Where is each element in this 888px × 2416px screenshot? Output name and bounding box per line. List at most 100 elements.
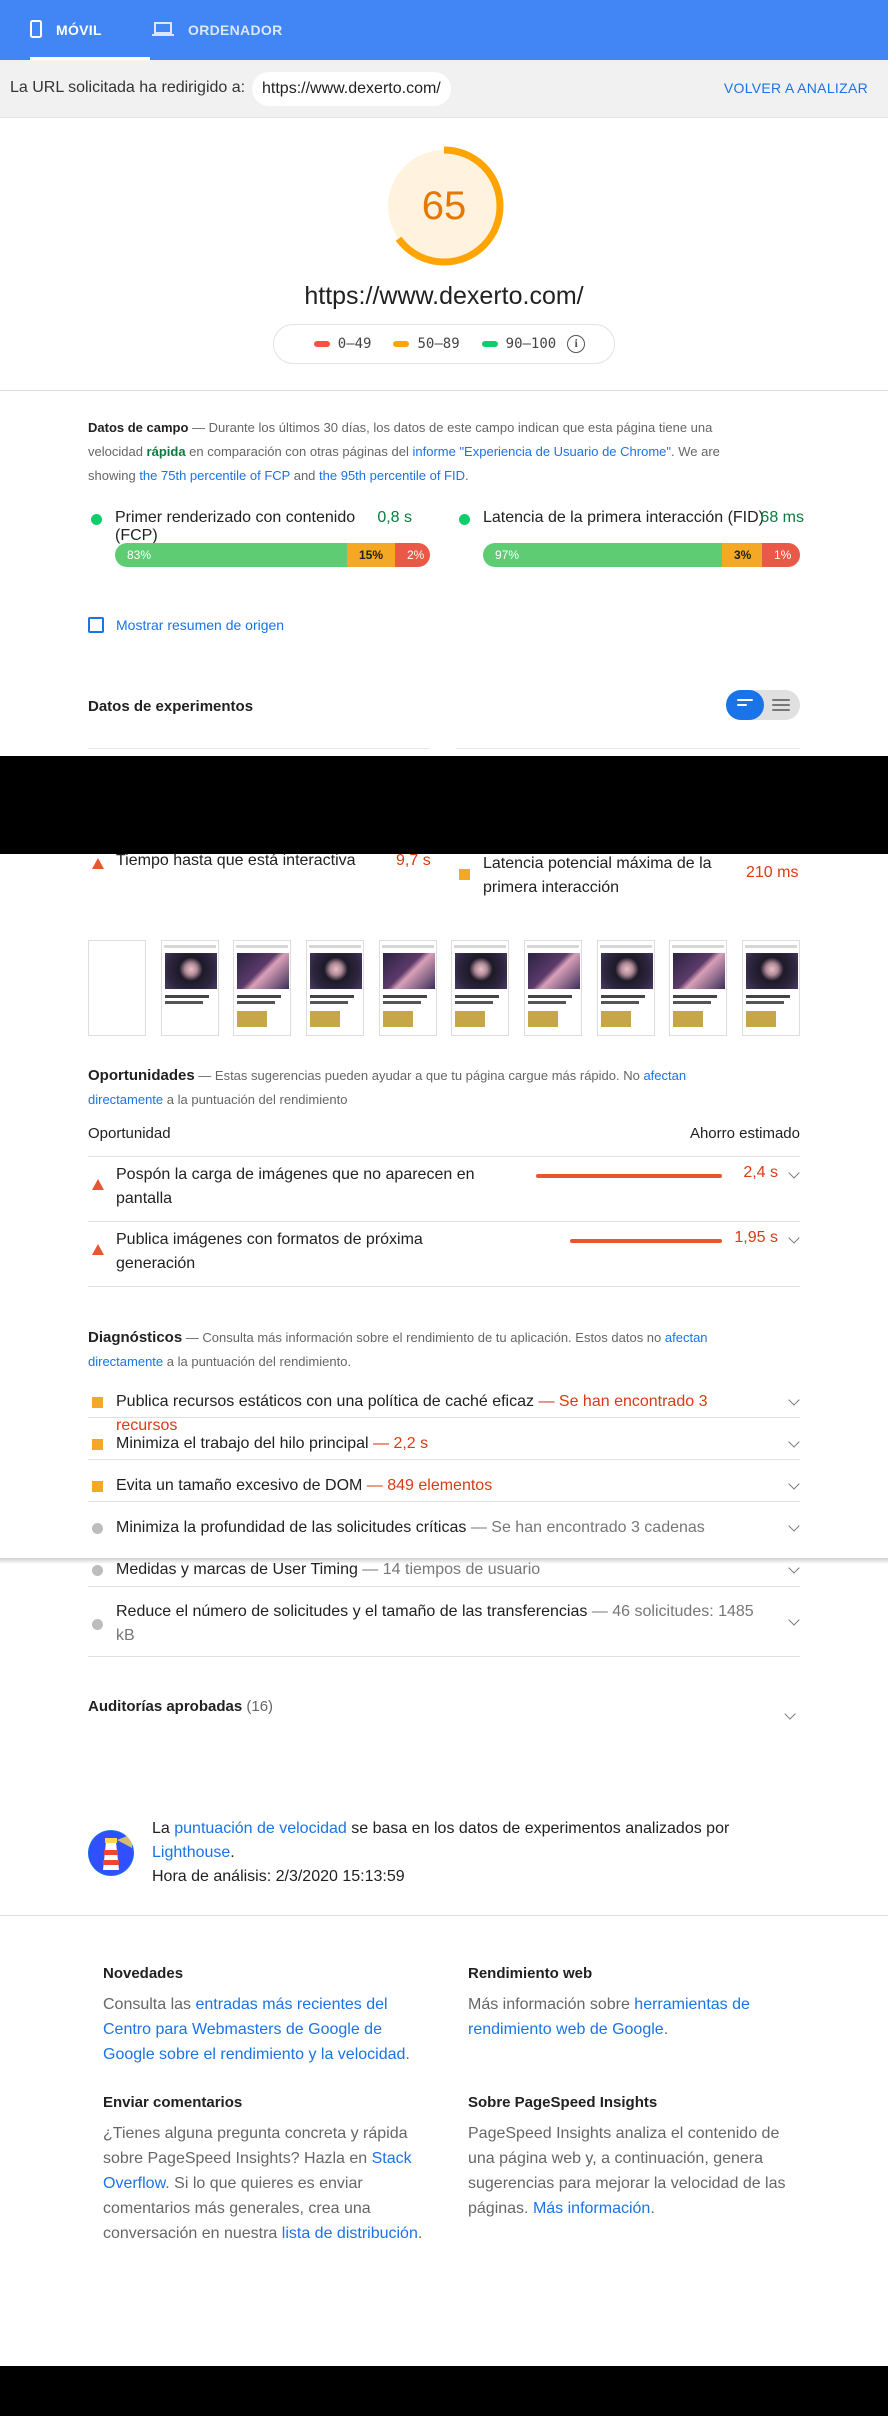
pass-dot-icon <box>459 514 470 525</box>
learn-more-link[interactable]: Más información <box>533 2200 650 2217</box>
redirect-label: La URL solicitada ha redirigido a: <box>10 79 246 96</box>
savings-value: 1,95 s <box>734 1229 778 1246</box>
footer-news-title: Novedades <box>103 1965 184 1982</box>
metric-fcp-value: 0,8 s <box>377 509 412 526</box>
redacted-band <box>0 2366 888 2416</box>
info-dot-icon <box>92 1523 103 1534</box>
short-lines-icon <box>737 699 753 709</box>
divider <box>0 1915 888 1916</box>
diagnostic-dom-size[interactable]: Evita un tamaño excesivo de DOM — 849 el… <box>88 1474 800 1516</box>
chevron-down-icon[interactable] <box>788 1167 800 1179</box>
footer-about-title: Sobre PageSpeed Insights <box>468 2094 658 2111</box>
chevron-down-icon[interactable] <box>788 1232 800 1244</box>
average-square-icon <box>92 1397 103 1408</box>
info-dot-icon <box>92 1565 103 1576</box>
opportunity-column-header: Oportunidad <box>88 1125 171 1142</box>
passed-audits[interactable]: Auditorías aprobadas (16) <box>88 1698 273 1715</box>
legend-average: 50–89 <box>393 336 460 352</box>
chevron-down-icon[interactable] <box>788 1394 800 1406</box>
filmstrip-frame <box>451 940 509 1036</box>
opportunity-label: Pospón la carga de imágenes que no apare… <box>116 1166 475 1207</box>
opportunity-next-gen-images[interactable]: Publica imágenes con formatos de próxima… <box>88 1222 800 1285</box>
footer-web-performance: Rendimiento web Más información sobre he… <box>468 1965 798 2042</box>
filmstrip-frame <box>379 940 437 1036</box>
field-data-description: Datos de campo — Durante los últimos 30 … <box>88 420 720 483</box>
metric-fid-label: Latencia de la primera interacción (FID) <box>483 509 765 526</box>
chevron-down-icon[interactable] <box>788 1478 800 1490</box>
savings-bar <box>570 1239 722 1243</box>
view-toggle[interactable] <box>726 690 800 720</box>
legend-pass: 90–100 <box>481 336 556 352</box>
opportunities-description: Oportunidades — Estas sugerencias pueden… <box>88 1067 687 1107</box>
chevron-down-icon[interactable] <box>788 1436 800 1448</box>
average-square-icon <box>92 1439 103 1450</box>
savings-value: 2,4 s <box>743 1164 778 1181</box>
filmstrip-frame <box>669 940 727 1036</box>
mailing-list-link[interactable]: lista de distribución <box>282 2225 418 2242</box>
average-square-icon <box>92 1481 103 1492</box>
divider <box>88 1586 800 1587</box>
info-icon[interactable]: i <box>567 335 586 353</box>
crux-report-link[interactable]: informe "Experiencia de Usuario de Chrom… <box>412 444 671 459</box>
footer-feedback: Enviar comentarios ¿Tienes alguna pregun… <box>103 2094 433 2246</box>
smartphone-icon <box>30 19 42 41</box>
redirect-url: https://www.dexerto.com/ <box>252 72 451 106</box>
redirect-bar: La URL solicitada ha redirigido a: https… <box>0 60 888 118</box>
divider <box>88 1656 800 1657</box>
top-nav: MÓVIL ORDENADOR <box>0 0 888 60</box>
filmstrip-frame <box>306 940 364 1036</box>
savings-bar <box>536 1174 722 1178</box>
diagnostics-title: Diagnósticos <box>88 1329 183 1346</box>
field-data-title: Datos de campo <box>88 420 189 435</box>
opportunity-offscreen-images[interactable]: Pospón la carga de imágenes que no apare… <box>88 1157 800 1220</box>
filmstrip-frame <box>161 940 219 1036</box>
diagnostic-user-timing[interactable]: Medidas y marcas de User Timing — 14 tie… <box>88 1558 800 1600</box>
diagnostic-cache-policy[interactable]: Publica recursos estáticos con una polít… <box>88 1390 800 1434</box>
diagnostic-main-thread[interactable]: Minimiza el trabajo del hilo principal —… <box>88 1432 800 1474</box>
fid-percentile-link[interactable]: the 95th percentile of FID <box>319 468 465 483</box>
fcp-slow-segment: 2% <box>395 543 430 567</box>
speed-score-link[interactable]: puntuación de velocidad <box>174 1820 347 1837</box>
origin-summary-label: Mostrar resumen de origen <box>116 617 285 633</box>
tab-desktop[interactable]: ORDENADOR <box>152 0 282 60</box>
opportunities-title: Oportunidades <box>88 1067 195 1084</box>
chevron-down-icon[interactable] <box>788 1562 800 1574</box>
tti-label: Tiempo hasta que está interactiva <box>116 852 356 869</box>
origin-summary-toggle[interactable]: Mostrar resumen de origen <box>88 617 284 633</box>
diagnostic-resource-summary[interactable]: Reduce el número de solicitudes y el tam… <box>88 1600 800 1656</box>
checkbox-icon[interactable] <box>88 617 104 633</box>
laptop-icon <box>152 21 174 40</box>
fid-fast-segment: 97% <box>483 543 722 567</box>
divider <box>456 748 800 749</box>
fcp-percentile-link[interactable]: the 75th percentile of FCP <box>139 468 290 483</box>
savings-column-header: Ahorro estimado <box>689 1125 800 1142</box>
footer-web-title: Rendimiento web <box>468 1965 593 1982</box>
reanalyze-button[interactable]: VOLVER A ANALIZAR <box>724 80 868 96</box>
tab-desktop-label: ORDENADOR <box>188 22 283 38</box>
chevron-down-icon[interactable] <box>784 1708 796 1720</box>
fail-triangle-icon <box>92 858 104 869</box>
metric-fcp-label: Primer renderizado con contenido (FCP) <box>115 509 356 544</box>
fid-distribution-bar: 97% 3% 1% <box>483 543 800 567</box>
chevron-down-icon[interactable] <box>788 1520 800 1532</box>
expanded-lines-icon[interactable] <box>772 699 790 714</box>
divider <box>88 1501 800 1502</box>
divider <box>88 748 430 749</box>
max-fid-label: Latencia potencial máxima de la primera … <box>483 855 712 896</box>
filmstrip <box>88 940 800 1036</box>
tab-mobile[interactable]: MÓVIL <box>30 0 150 60</box>
opportunity-label: Publica imágenes con formatos de próxima… <box>116 1231 423 1272</box>
lighthouse-note: La puntuación de velocidad se basa en lo… <box>152 1820 730 1885</box>
diagnostic-critical-chains[interactable]: Minimiza la profundidad de las solicitud… <box>88 1516 800 1558</box>
fid-slow-segment: 1% <box>762 543 800 567</box>
fail-triangle-icon <box>92 1244 104 1255</box>
fcp-distribution-bar: 83% 15% 2% <box>115 543 430 567</box>
analysis-time: Hora de análisis: 2/3/2020 15:13:59 <box>152 1868 405 1885</box>
lighthouse-link[interactable]: Lighthouse <box>152 1844 230 1861</box>
filmstrip-frame <box>597 940 655 1036</box>
legend-fail: 0–49 <box>313 336 371 352</box>
redacted-band <box>0 756 888 854</box>
view-toggle-compact[interactable] <box>726 690 764 720</box>
filmstrip-frame <box>233 940 291 1036</box>
chevron-down-icon[interactable] <box>788 1614 800 1626</box>
